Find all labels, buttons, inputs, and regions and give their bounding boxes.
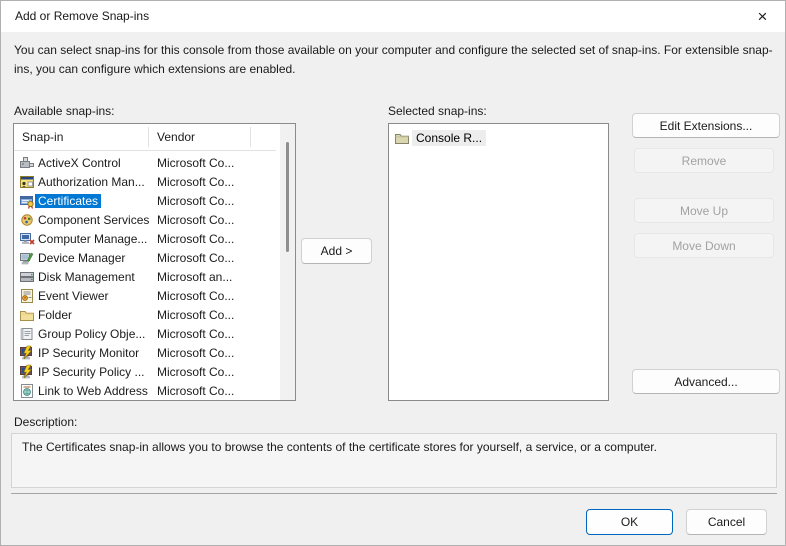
snapin-vendor: Microsoft Co... (152, 346, 234, 360)
move-up-button[interactable]: Move Up (634, 198, 774, 223)
snapin-vendor: Microsoft Co... (152, 213, 234, 227)
snapin-vendor: Microsoft Co... (152, 232, 234, 246)
snapin-name: IP Security Monitor (35, 346, 152, 360)
device-manager-icon (19, 250, 35, 266)
snapin-vendor: Microsoft Co... (152, 156, 234, 170)
advanced-button[interactable]: Advanced... (632, 369, 780, 394)
ip-security-monitor-icon (19, 345, 35, 361)
snapin-vendor: Microsoft Co... (152, 194, 234, 208)
snapin-name: ActiveX Control (35, 156, 152, 170)
event-viewer-icon (19, 288, 35, 304)
component-services-icon (19, 212, 35, 228)
list-item[interactable]: IP Security MonitorMicrosoft Co... (14, 343, 279, 362)
snapin-name: Event Viewer (35, 289, 152, 303)
list-item[interactable]: Console R... (389, 128, 608, 148)
snapin-vendor: Microsoft Co... (152, 175, 234, 189)
snapin-name: Disk Management (35, 270, 152, 284)
close-icon[interactable]: × (740, 1, 785, 32)
snapin-vendor: Microsoft Co... (152, 384, 234, 398)
snapin-name: IP Security Policy ... (35, 365, 152, 379)
header-underline (14, 150, 276, 151)
snapin-name: Component Services (35, 213, 152, 227)
snapin-vendor: Microsoft Co... (152, 251, 234, 265)
cancel-button[interactable]: Cancel (686, 509, 767, 535)
snapin-name: Group Policy Obje... (35, 327, 152, 341)
link-to-web-address-icon (19, 383, 35, 399)
snapin-vendor: Microsoft Co... (152, 365, 234, 379)
list-item[interactable]: Authorization Man...Microsoft Co... (14, 172, 279, 191)
scrollbar-thumb[interactable] (286, 142, 289, 252)
description-label: Description: (14, 415, 77, 429)
column-divider[interactable] (148, 127, 149, 147)
description-text: The Certificates snap-in allows you to b… (22, 440, 657, 454)
add-remove-snapins-dialog: Add or Remove Snap-ins × You can select … (0, 0, 786, 546)
window-title: Add or Remove Snap-ins (15, 1, 149, 32)
list-item[interactable]: Disk ManagementMicrosoft an... (14, 267, 279, 286)
snapin-vendor: Microsoft Co... (152, 327, 234, 341)
edit-extensions-button[interactable]: Edit Extensions... (632, 113, 780, 138)
ip-security-policy-icon (19, 364, 35, 380)
selected-snapins-list[interactable]: Console R... (388, 123, 609, 401)
list-item[interactable]: Component ServicesMicrosoft Co... (14, 210, 279, 229)
computer-management-icon (19, 231, 35, 247)
add-button[interactable]: Add > (301, 238, 372, 264)
activex-control-icon (19, 155, 35, 171)
intro-text: You can select snap-ins for this console… (14, 41, 776, 79)
snapin-name: Computer Manage... (35, 232, 152, 246)
ok-button[interactable]: OK (586, 509, 673, 535)
snapin-name: Certificates (35, 194, 152, 208)
column-header-snapin[interactable]: Snap-in (22, 130, 63, 144)
group-policy-object-icon (19, 326, 35, 342)
snapin-vendor: Microsoft Co... (152, 289, 234, 303)
remove-button[interactable]: Remove (634, 148, 774, 173)
snapin-name: Console R... (412, 130, 486, 146)
list-item[interactable]: Group Policy Obje...Microsoft Co... (14, 324, 279, 343)
list-item[interactable]: IP Security Policy ...Microsoft Co... (14, 362, 279, 381)
list-item[interactable]: Computer Manage...Microsoft Co... (14, 229, 279, 248)
list-item[interactable]: Event ViewerMicrosoft Co... (14, 286, 279, 305)
selected-snapins-label: Selected snap-ins: (388, 104, 487, 118)
footer-separator (11, 493, 777, 494)
list-item[interactable]: ActiveX ControlMicrosoft Co... (14, 153, 279, 172)
list-header: Snap-in Vendor (14, 124, 295, 151)
available-snapins-label: Available snap-ins: (14, 104, 115, 118)
move-down-button[interactable]: Move Down (634, 233, 774, 258)
list-item[interactable]: Link to Web AddressMicrosoft Co... (14, 381, 279, 400)
disk-management-icon (19, 269, 35, 285)
list-item[interactable]: FolderMicrosoft Co... (14, 305, 279, 324)
authorization-manager-icon (19, 174, 35, 190)
snapin-name: Folder (35, 308, 152, 322)
available-snapins-list[interactable]: Snap-in Vendor ActiveX ControlMicrosoft … (13, 123, 296, 401)
column-header-vendor[interactable]: Vendor (157, 130, 195, 144)
description-box: The Certificates snap-in allows you to b… (11, 433, 777, 488)
list-item[interactable]: Device ManagerMicrosoft Co... (14, 248, 279, 267)
snapin-name: Device Manager (35, 251, 152, 265)
snapin-name: Authorization Man... (35, 175, 152, 189)
console-root-folder-icon (394, 130, 410, 146)
snapin-vendor: Microsoft Co... (152, 308, 234, 322)
list-item[interactable]: CertificatesMicrosoft Co... (14, 191, 279, 210)
scrollbar-track[interactable] (280, 124, 295, 400)
title-bar: Add or Remove Snap-ins × (1, 1, 785, 32)
folder-icon (19, 307, 35, 323)
snapin-vendor: Microsoft an... (152, 270, 232, 284)
snapin-name: Link to Web Address (35, 384, 152, 398)
column-divider[interactable] (250, 127, 251, 147)
certificates-icon (19, 193, 35, 209)
